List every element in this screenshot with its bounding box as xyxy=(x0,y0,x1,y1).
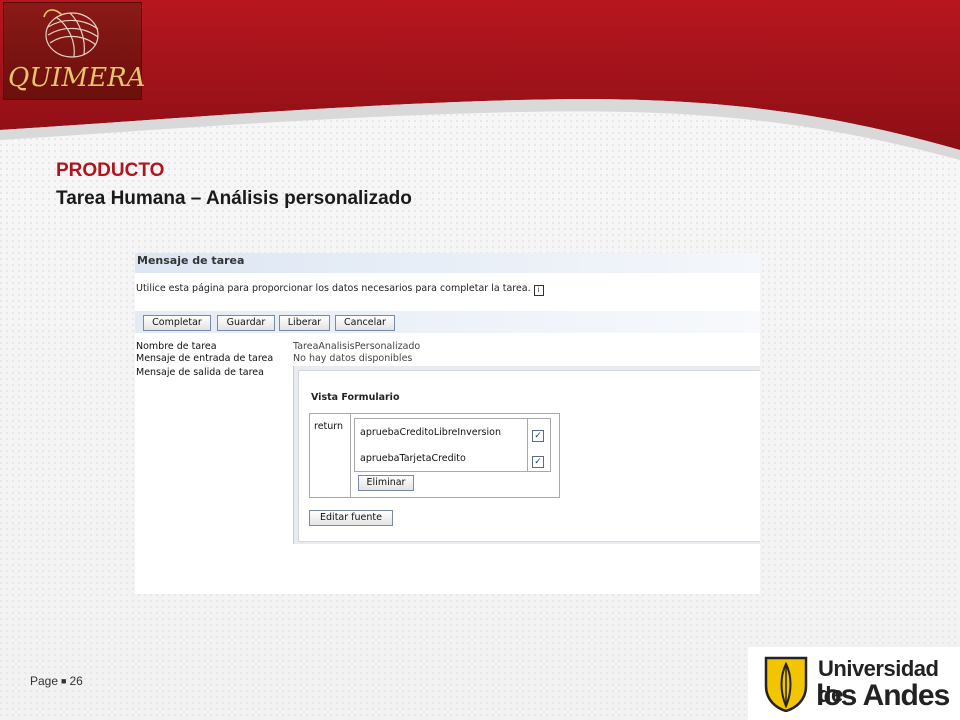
list-item-label: apruebaCreditoLibreInversion xyxy=(360,427,501,438)
uniandes-logo: Universidad de los Andes xyxy=(748,647,960,720)
list-item-label: apruebaTarjetaCredito xyxy=(360,453,466,464)
complete-button[interactable]: Completar xyxy=(143,315,211,331)
input-message-value: No hay datos disponibles xyxy=(293,353,413,364)
page-number-value: 26 xyxy=(69,674,83,688)
checkbox-tarjeta-credito[interactable]: ✓ xyxy=(532,456,544,468)
items-list: apruebaCreditoLibreInversion ✓ apruebaTa… xyxy=(354,418,551,472)
save-button[interactable]: Guardar xyxy=(217,315,275,331)
items-divider xyxy=(527,419,528,471)
task-name-label: Nombre de tarea xyxy=(136,341,217,352)
return-table: return apruebaCreditoLibreInversion ✓ ap… xyxy=(309,413,560,498)
sphere-logo-icon xyxy=(43,9,99,58)
input-message-label: Mensaje de entrada de tarea xyxy=(136,353,274,364)
cancel-button[interactable]: Cancelar xyxy=(335,315,395,331)
university-name-line2: los Andes xyxy=(816,679,950,712)
task-name-value: TareaAnalisisPersonalizado xyxy=(293,341,421,352)
page-label: Page xyxy=(30,674,59,688)
form-view-title: Vista Formulario xyxy=(311,392,400,403)
quimera-logo: QUIMERA xyxy=(3,2,146,100)
task-description: Utilice esta página para proporcionar lo… xyxy=(136,283,544,296)
uniandes-shield-icon xyxy=(764,656,808,712)
return-divider xyxy=(350,414,351,497)
page-number: Page ■ 26 xyxy=(30,674,83,688)
output-message-label: Mensaje de salida de tarea xyxy=(136,367,264,378)
logo-text: QUIMERA xyxy=(8,63,146,93)
bullet-icon: ■ xyxy=(61,676,67,686)
info-icon[interactable]: i xyxy=(533,285,544,296)
return-label: return xyxy=(314,421,344,432)
slide-subtitle: Tarea Humana – Análisis personalizado xyxy=(56,188,412,209)
slide-title: PRODUCTO xyxy=(56,160,165,181)
delete-button[interactable]: Eliminar xyxy=(358,475,414,491)
task-toolbar: Completar Guardar Liberar Cancelar xyxy=(135,311,760,333)
task-header: Mensaje de tarea xyxy=(135,253,760,273)
release-button[interactable]: Liberar xyxy=(279,315,330,331)
form-view: Vista Formulario return apruebaCreditoLi… xyxy=(298,370,760,542)
task-title: Mensaje de tarea xyxy=(137,254,245,267)
task-screenshot: Mensaje de tarea Utilice esta página par… xyxy=(135,253,760,594)
edit-source-button[interactable]: Editar fuente xyxy=(309,510,393,526)
checkbox-credito-libre[interactable]: ✓ xyxy=(532,430,544,442)
task-description-text: Utilice esta página para proporcionar lo… xyxy=(136,283,531,294)
form-panel: Vista Formulario return apruebaCreditoLi… xyxy=(293,366,760,544)
